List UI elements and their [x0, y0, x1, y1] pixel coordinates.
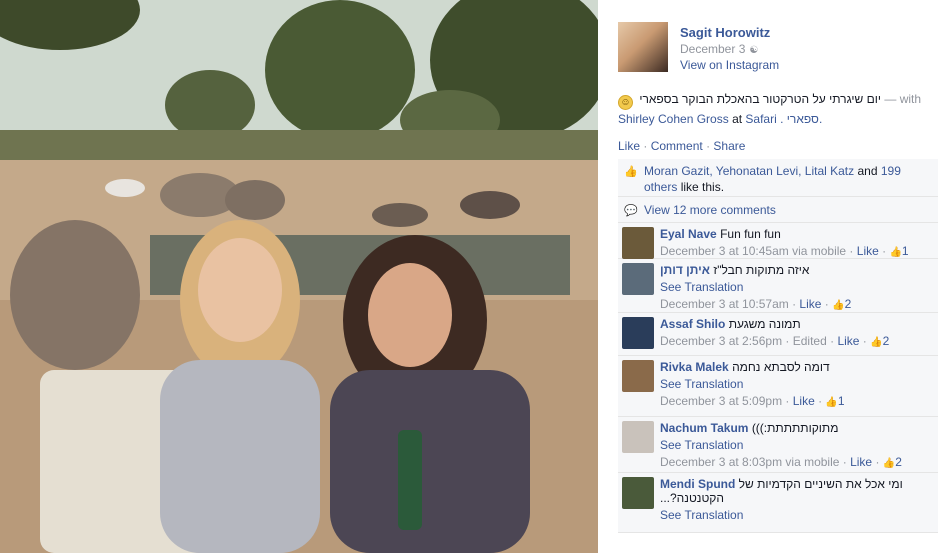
post-caption: ☺ יום שיגרתי על הטרקטור בהאכלת הבוקר בספ… [618, 90, 934, 128]
author-avatar[interactable] [618, 22, 668, 72]
likes-suffix: like this. [680, 180, 725, 194]
commenter-name-link[interactable]: Rivka Malek [660, 360, 729, 374]
tagged-user-link[interactable]: Shirley Cohen Gross [618, 112, 729, 126]
thumbs-up-icon: 👍 [882, 458, 896, 469]
post-actions: Like · Comment · Share [618, 139, 745, 153]
commenter-avatar[interactable] [622, 263, 654, 295]
thumbs-up-icon: 👍 [889, 247, 902, 258]
action-separator: · [706, 139, 711, 153]
comment-like-count[interactable]: 2 [883, 334, 890, 348]
see-translation-link[interactable]: See Translation [660, 508, 743, 522]
comment-meta: December 3 at 10:45am via mobile · Like … [660, 244, 909, 258]
commenter-name-link[interactable]: Nachum Takum [660, 421, 748, 435]
place-link[interactable]: Safari [745, 112, 776, 126]
view-more-comments[interactable]: 💬 View 12 more comments [618, 197, 938, 223]
safari-photo-illustration [0, 0, 598, 553]
post-header: Sagit Horowitz December 3 ☯ View on Insta… [618, 22, 938, 74]
comment-time[interactable]: December 3 at 10:45am via mobile [660, 244, 846, 258]
commenter-avatar[interactable] [622, 421, 654, 453]
comment-time[interactable]: December 3 at 8:03pm via mobile [660, 455, 839, 469]
commenter-name-link[interactable]: Assaf Shilo [660, 317, 725, 331]
see-translation-link[interactable]: See Translation [660, 280, 743, 294]
post-date[interactable]: December 3 [680, 42, 745, 56]
comment-item: Mendi Spund ומי אכל את השיניים הקדמיות ש… [618, 473, 938, 533]
comment-like-count[interactable]: 1 [902, 244, 909, 258]
comment-text: מתוקותתתתת:))) [751, 421, 839, 435]
comment-meta: December 3 at 5:09pm · Like · 👍1 [660, 394, 845, 408]
view-on-instagram-link[interactable]: View on Instagram [680, 58, 779, 72]
commenter-avatar[interactable] [622, 317, 654, 349]
comment-meta: December 3 at 10:57am · Like · 👍2 [660, 297, 852, 311]
comment-text: דומה לסבתא נחמה [732, 360, 830, 374]
commenter-name-link[interactable]: איתן דותן [660, 263, 710, 277]
feedback-panel: 👍 Moran Gazit, Yehonatan Levi, Lital Kat… [618, 159, 938, 533]
likes-and: and [857, 164, 878, 178]
share-button[interactable]: Share [713, 139, 745, 153]
comment-time[interactable]: December 3 at 10:57am [660, 297, 789, 311]
caption-text: יום שיגרתי על הטרקטור בהאכלת הבוקר בספאר… [639, 92, 882, 106]
like-button[interactable]: Like [618, 139, 640, 153]
view-more-comments-link[interactable]: View 12 more comments [644, 203, 776, 217]
commenter-avatar[interactable] [622, 477, 654, 509]
place-suffix: . ספארי. [780, 112, 823, 126]
comment-time[interactable]: December 3 at 5:09pm [660, 394, 782, 408]
comment-like-button[interactable]: Like [793, 394, 815, 408]
comment-meta: December 3 at 8:03pm via mobile · Like ·… [660, 455, 902, 469]
comment-time[interactable]: December 3 at 2:56pm [660, 334, 782, 348]
action-separator: · [643, 139, 648, 153]
comment-edited[interactable]: Edited [793, 334, 827, 348]
comment-item: Rivka Malek דומה לסבתא נחמה See Translat… [618, 356, 938, 417]
comment-like-count[interactable]: 2 [845, 297, 852, 311]
see-translation-link[interactable]: See Translation [660, 438, 743, 452]
friends-icon: ☯ [749, 45, 759, 56]
caption-with: — with [884, 92, 922, 106]
comment-like-button[interactable]: Like [850, 455, 872, 469]
comment-item: Assaf Shilo תמונה משגעת December 3 at 2:… [618, 313, 938, 356]
comment-item: איזה מתוקות חבל"ז איתן דותן See Translat… [618, 259, 938, 313]
thumbs-up-icon: 👍 [825, 397, 838, 408]
author-name-link[interactable]: Sagit Horowitz [680, 25, 770, 40]
comment-meta: December 3 at 2:56pm · Edited · Like · 👍… [660, 334, 890, 348]
comment-like-button[interactable]: Like [857, 244, 879, 258]
comment-like-button[interactable]: Like [799, 297, 821, 311]
likers-names-link[interactable]: Moran Gazit, Yehonatan Levi, Lital Katz [644, 164, 854, 178]
thumbs-up-icon: 👍 [624, 166, 638, 178]
commenter-name-link[interactable]: Mendi Spund [660, 477, 735, 491]
comment-text: איזה מתוקות חבל"ז [713, 263, 810, 277]
comment-like-count[interactable]: 2 [895, 455, 902, 469]
comment-item: Nachum Takum מתוקותתתתת:))) See Translat… [618, 417, 938, 473]
caption-at: at [732, 112, 743, 126]
comment-text: תמונה משגעת [728, 317, 801, 331]
smile-emoji-icon: ☺ [618, 95, 633, 110]
see-translation-link[interactable]: See Translation [660, 377, 743, 391]
post-photo[interactable] [0, 0, 598, 553]
comment-like-button[interactable]: Like [837, 334, 859, 348]
commenter-avatar[interactable] [622, 360, 654, 392]
post-date-line: December 3 ☯ [680, 42, 758, 56]
comment-text: Fun fun fun [720, 227, 781, 241]
thumbs-up-icon: 👍 [870, 337, 883, 348]
post-sidebar: Sagit Horowitz December 3 ☯ View on Insta… [598, 0, 940, 553]
commenter-name-link[interactable]: Eyal Nave [660, 227, 717, 241]
commenter-avatar[interactable] [622, 227, 654, 259]
comment-item: Eyal Nave Fun fun fun December 3 at 10:4… [618, 223, 938, 259]
comment-button[interactable]: Comment [651, 139, 703, 153]
thumbs-up-icon: 👍 [832, 300, 845, 311]
comment-like-count[interactable]: 1 [838, 394, 845, 408]
likes-summary: 👍 Moran Gazit, Yehonatan Levi, Lital Kat… [618, 159, 938, 197]
comment-bubble-icon: 💬 [624, 205, 638, 217]
